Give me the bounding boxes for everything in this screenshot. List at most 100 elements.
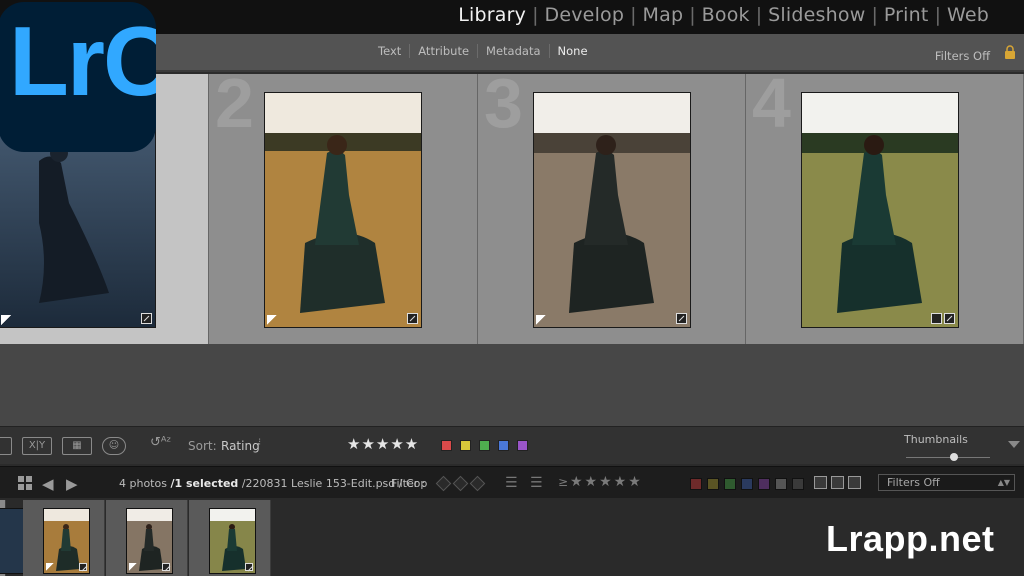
- loupe-view-button[interactable]: [0, 437, 12, 455]
- rating-operator-icon[interactable]: ≥: [558, 475, 568, 489]
- thumbnail-size-slider-knob[interactable]: [950, 453, 958, 461]
- filmstrip-thumbnail[interactable]: [43, 508, 90, 574]
- filter-video-icon[interactable]: [848, 476, 861, 489]
- module-library[interactable]: Library: [453, 4, 531, 26]
- module-separator: |: [871, 4, 878, 26]
- cell-index: 3: [484, 64, 523, 142]
- photo-thumbnail[interactable]: [801, 92, 959, 328]
- filter-label: Filter :: [391, 477, 426, 490]
- filmstrip-cell[interactable]: [23, 500, 105, 576]
- module-separator: |: [532, 4, 539, 26]
- module-separator: |: [630, 4, 637, 26]
- library-toolbar: X|Y ▦ ☺ ↺ᴬᶻ Sort: Rating ⁝ ★★★★★ Thumbna…: [0, 426, 1024, 464]
- photo-thumbnail-image: [802, 93, 958, 327]
- crop-icon[interactable]: [931, 313, 942, 324]
- filmstrip-thumbnail[interactable]: [126, 508, 173, 574]
- filter-virtual-copy-icon[interactable]: [831, 476, 844, 489]
- survey-view-button[interactable]: ▦: [62, 437, 92, 455]
- people-view-button[interactable]: ☺: [102, 437, 126, 455]
- module-develop[interactable]: Develop: [540, 4, 630, 26]
- filter-tab-metadata[interactable]: Metadata: [478, 44, 550, 58]
- photo-thumbnail-image: [534, 93, 690, 327]
- filmstrip-thumbnail[interactable]: [209, 508, 256, 574]
- filmstrip-cell[interactable]: [0, 500, 31, 576]
- filmstrip-header: ◀ ▶ 4 photos /1 selected /220831 Leslie …: [0, 466, 1024, 498]
- module-book[interactable]: Book: [697, 4, 755, 26]
- selected-count: /1 selected: [170, 477, 239, 490]
- color-label-purple[interactable]: [517, 440, 528, 451]
- filter-tabs: Text Attribute Metadata None: [370, 44, 596, 58]
- cell-index: 2: [215, 64, 254, 142]
- color-label-blue[interactable]: [498, 440, 509, 451]
- develop-settings-icon[interactable]: [676, 313, 687, 324]
- flag-icon[interactable]: [267, 315, 277, 325]
- filmstrip-cell[interactable]: [189, 500, 271, 576]
- photo-thumbnail[interactable]: [264, 92, 422, 328]
- develop-settings-icon[interactable]: [141, 313, 152, 324]
- filter-color-green[interactable]: [724, 478, 736, 490]
- photo-thumbnail-image: [265, 93, 421, 327]
- color-label-red[interactable]: [441, 440, 452, 451]
- filter-color-purple[interactable]: [758, 478, 770, 490]
- module-separator: |: [934, 4, 941, 26]
- filmstrip-rating-filter[interactable]: ★★★★★: [570, 474, 643, 490]
- flag-icon[interactable]: [1, 315, 11, 325]
- watermark-text: Lrapp.net: [826, 518, 995, 559]
- cell-index: 4: [752, 64, 791, 142]
- module-print[interactable]: Print: [879, 4, 934, 26]
- filmstrip-filter-preset-select[interactable]: Filters Off ▲▼: [878, 474, 1015, 491]
- filmstrip-source-info[interactable]: 4 photos /1 selected /220831 Leslie 153-…: [119, 477, 427, 490]
- module-slideshow[interactable]: Slideshow: [763, 4, 870, 26]
- filter-color-none[interactable]: [792, 478, 804, 490]
- color-label-green[interactable]: [479, 440, 490, 451]
- select-arrows-icon: ▲▼: [997, 478, 1010, 487]
- filter-tab-text[interactable]: Text: [370, 44, 411, 58]
- compare-view-button[interactable]: X|Y: [22, 437, 52, 455]
- develop-settings-icon[interactable]: [245, 563, 253, 571]
- color-label-yellow[interactable]: [460, 440, 471, 451]
- sort-label: Sort:: [188, 439, 217, 453]
- filter-preset-select[interactable]: Filters Off: [935, 49, 990, 63]
- lock-icon[interactable]: [1004, 45, 1016, 59]
- forward-arrow-icon[interactable]: ▶: [66, 475, 78, 493]
- develop-settings-icon[interactable]: [944, 313, 955, 324]
- filter-color-red[interactable]: [690, 478, 702, 490]
- lrc-logo-text: LrC: [9, 6, 156, 116]
- module-separator: |: [755, 4, 763, 26]
- module-web[interactable]: Web: [942, 4, 994, 26]
- grid-cell[interactable]: 2: [209, 68, 478, 344]
- flag-icon[interactable]: [536, 315, 546, 325]
- develop-settings-icon[interactable]: [407, 313, 418, 324]
- chevron-down-icon[interactable]: [1008, 441, 1020, 448]
- flag-icon[interactable]: [129, 563, 137, 571]
- develop-settings-icon[interactable]: [162, 563, 170, 571]
- thumbnail-size-slider[interactable]: [906, 457, 990, 458]
- lightroom-window: Library | Develop | Map | Book | Slidesh…: [0, 0, 1024, 576]
- module-picker: Library | Develop | Map | Book | Slidesh…: [453, 4, 994, 26]
- filter-color-other[interactable]: [775, 478, 787, 490]
- flag-filter-pick-icon[interactable]: [435, 475, 452, 492]
- flag-filter-rejected-icon[interactable]: [469, 475, 486, 492]
- filter-color-blue[interactable]: [741, 478, 753, 490]
- flag-filter-unflagged-icon[interactable]: [452, 475, 469, 492]
- sort-select[interactable]: Rating: [221, 439, 260, 453]
- flag-icon[interactable]: [46, 563, 54, 571]
- filter-master-copy-icon[interactable]: [814, 476, 827, 489]
- photo-count: 4 photos: [119, 477, 167, 490]
- develop-settings-icon[interactable]: [79, 563, 87, 571]
- filter-tab-none[interactable]: None: [550, 44, 596, 58]
- unedited-filter-icon[interactable]: ☰: [530, 475, 543, 491]
- edited-filter-icon[interactable]: ☰: [505, 475, 518, 491]
- thumbnails-label: Thumbnails: [904, 433, 968, 446]
- sort-direction-icon[interactable]: ↺ᴬᶻ: [150, 435, 171, 450]
- grid-icon[interactable]: [18, 476, 32, 490]
- grid-cell[interactable]: 4: [746, 68, 1024, 344]
- back-arrow-icon[interactable]: ◀: [42, 475, 54, 493]
- filmstrip-cell[interactable]: [106, 500, 188, 576]
- photo-thumbnail[interactable]: [533, 92, 691, 328]
- grid-cell[interactable]: 3: [478, 68, 746, 344]
- filter-color-yellow[interactable]: [707, 478, 719, 490]
- filter-tab-attribute[interactable]: Attribute: [410, 44, 479, 58]
- rating-stars[interactable]: ★★★★★: [347, 435, 419, 453]
- module-map[interactable]: Map: [638, 4, 689, 26]
